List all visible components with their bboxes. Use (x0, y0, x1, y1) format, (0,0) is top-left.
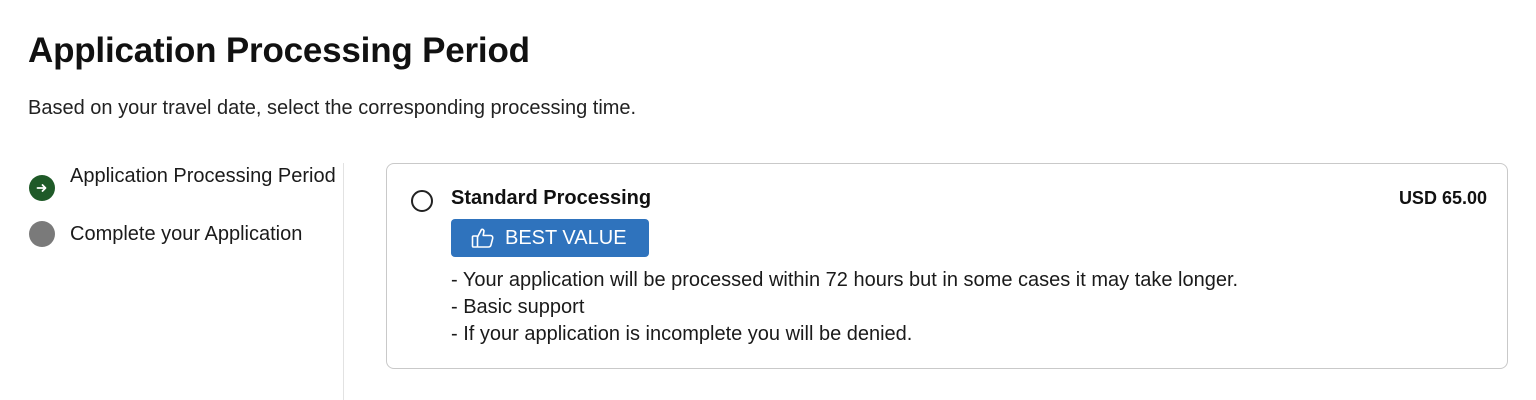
step-label: Application Processing Period (70, 165, 336, 187)
page-title: Application Processing Period (28, 31, 530, 70)
step-inactive-indicator (29, 221, 55, 247)
feature-item: - If your application is incomplete you … (451, 323, 913, 345)
option-price: USD 65.00 (1398, 188, 1487, 208)
option-title: Standard Processing (451, 187, 652, 209)
standard-processing-option[interactable]: Standard Processing USD 65.00 BEST VALUE… (386, 163, 1508, 369)
feature-item: - Your application will be processed wit… (451, 269, 1239, 291)
best-value-badge: BEST VALUE (451, 219, 649, 257)
badge-label: BEST VALUE (505, 227, 627, 249)
step-list: Application Processing Period Complete y… (29, 163, 339, 267)
page-subtitle: Based on your travel date, select the co… (28, 97, 637, 119)
arrow-right-icon (36, 184, 47, 192)
page: Application Processing Period Based on y… (0, 0, 1536, 400)
standard-processing-radio[interactable] (411, 190, 433, 212)
feature-list: - Your application will be processed wit… (451, 267, 1238, 348)
step-label: Complete your Application (70, 223, 303, 245)
step-complete-your-application[interactable]: Complete your Application (29, 221, 339, 247)
step-active-indicator (29, 175, 55, 201)
step-application-processing-period[interactable]: Application Processing Period (29, 163, 339, 201)
feature-item: - Basic support (451, 296, 585, 318)
thumbs-up-icon (471, 227, 495, 249)
vertical-divider (343, 163, 344, 400)
